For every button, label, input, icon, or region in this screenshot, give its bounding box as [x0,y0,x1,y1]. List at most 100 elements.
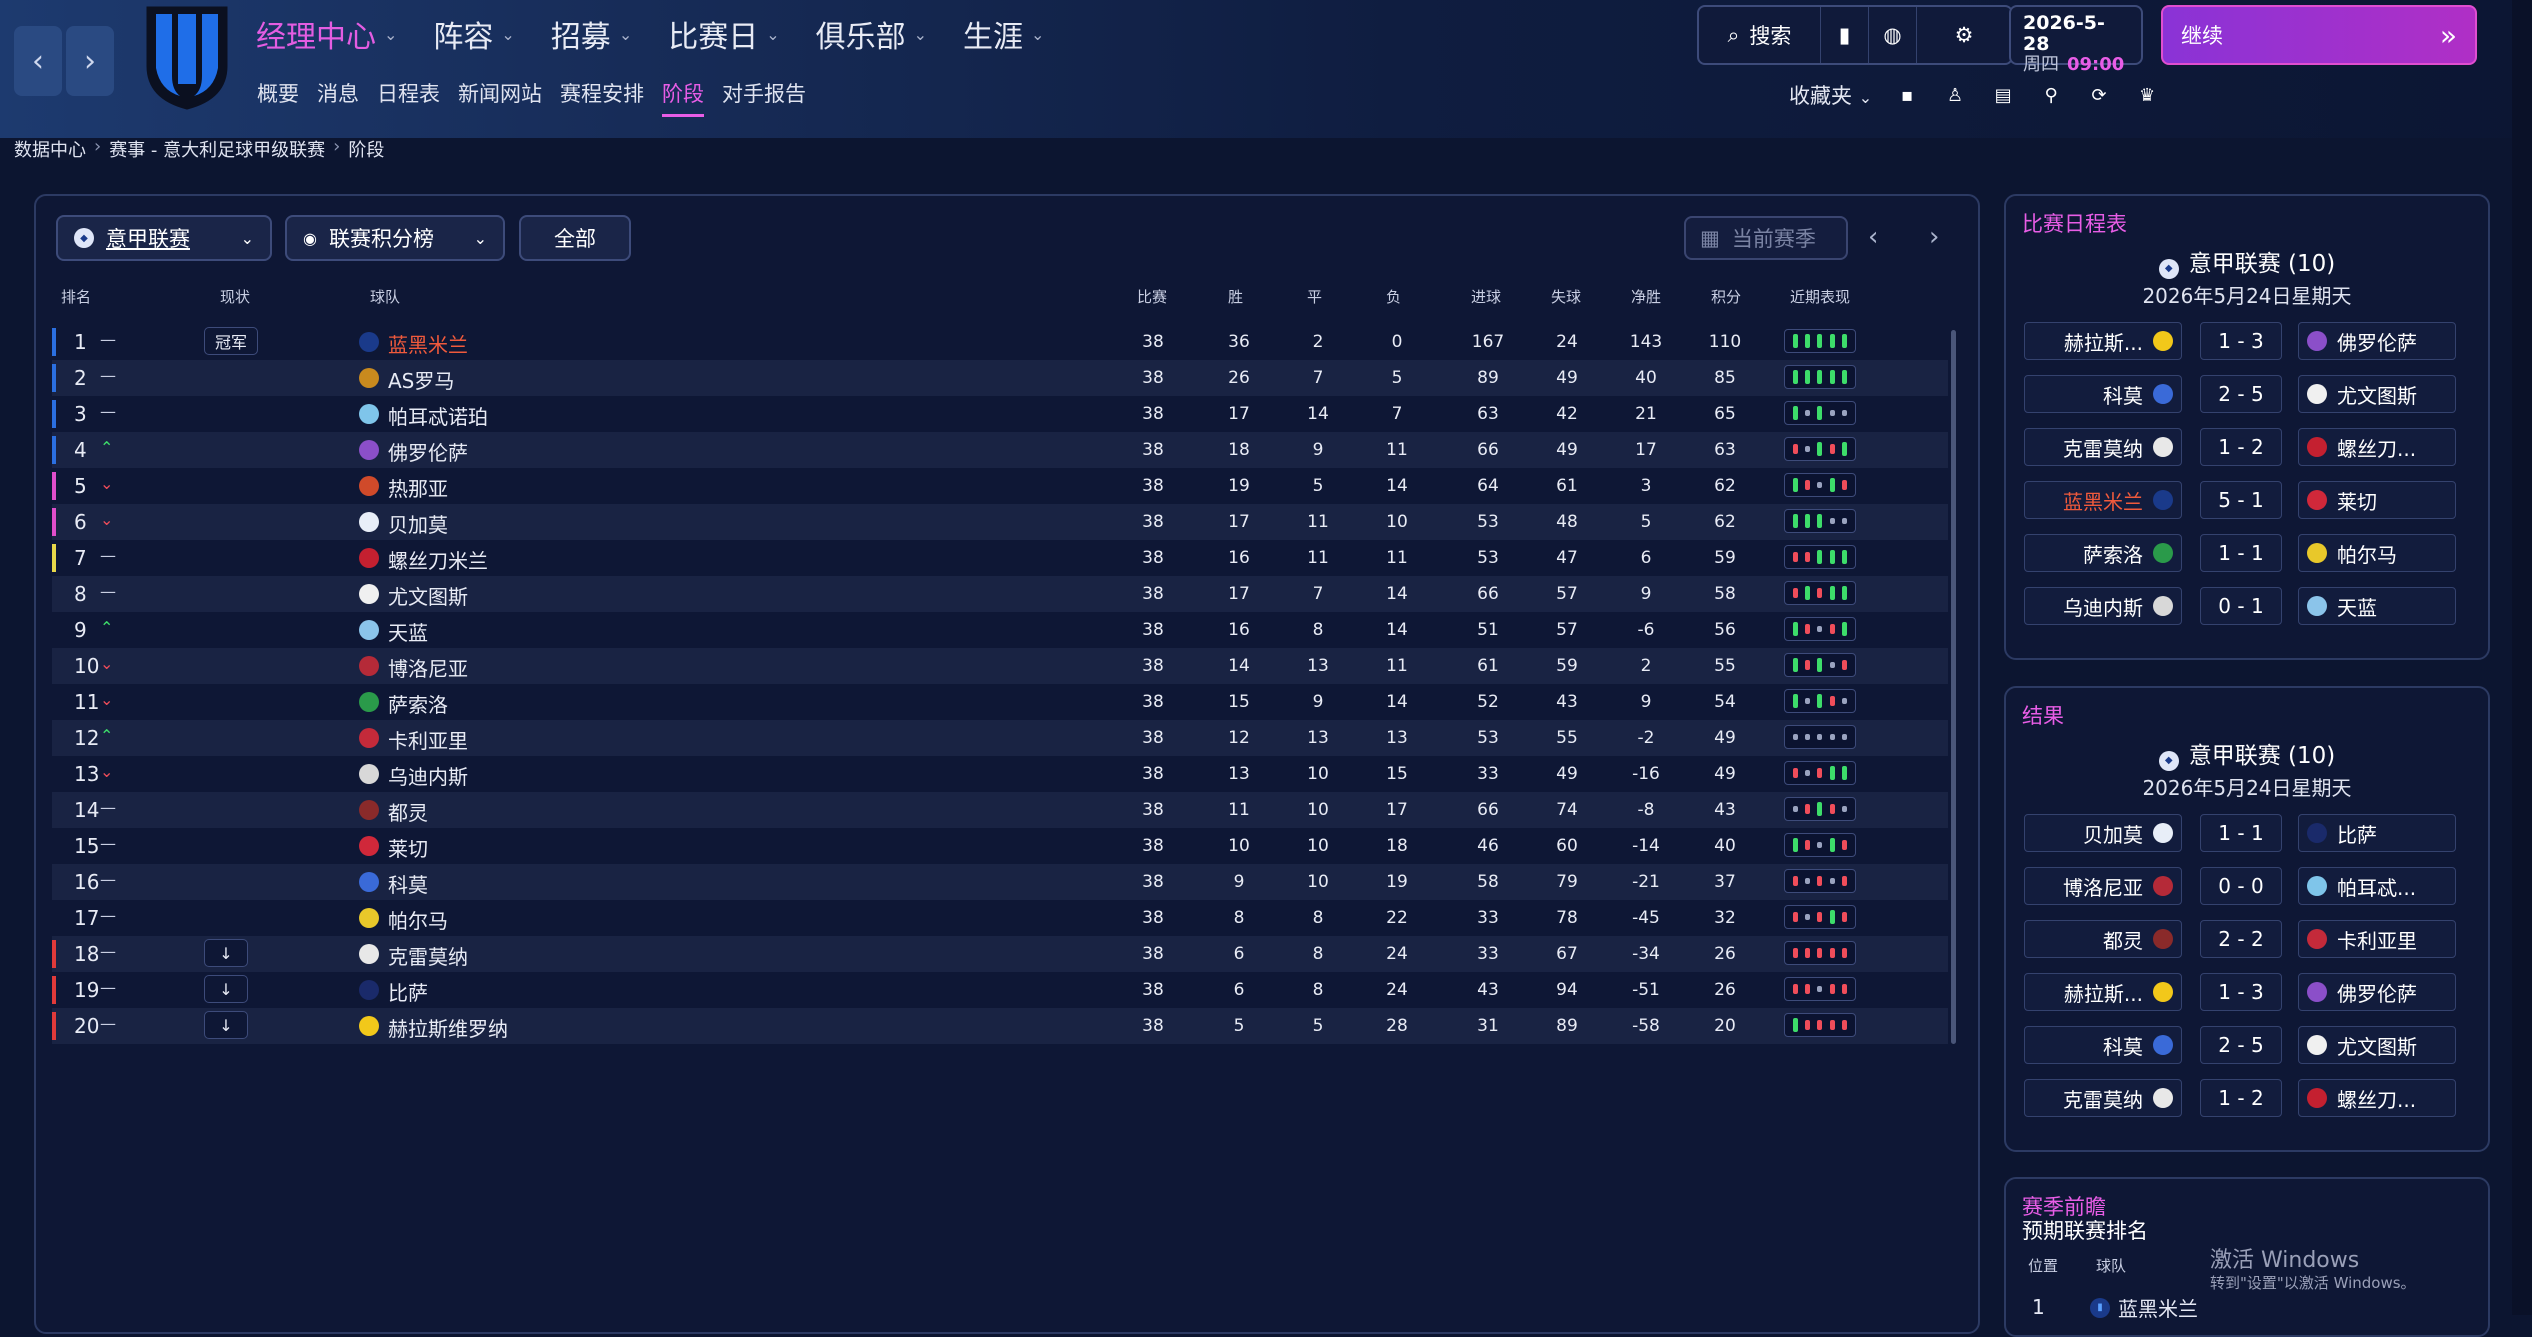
form-indicator[interactable] [1784,473,1856,497]
match-score[interactable]: 2 - 5 [2200,1026,2282,1064]
match-row[interactable]: 萨索洛 1 - 1 帕尔马 [2024,534,2474,572]
table-row[interactable]: 18— ↓ 克雷莫纳 38 6 8 24 33 67 -34 26 [52,936,1948,972]
form-indicator[interactable] [1784,653,1856,677]
col-points[interactable]: 积分 [1711,286,1741,307]
table-row[interactable]: 13 ⌄ 乌迪内斯 38 13 10 15 33 49 -16 49 [52,756,1948,792]
form-indicator[interactable] [1784,905,1856,929]
prev-season-arrow[interactable]: ‹ [1868,222,1878,252]
home-team[interactable]: 科莫 [2024,1026,2182,1064]
home-team[interactable]: 博洛尼亚 [2024,867,2182,905]
away-team[interactable]: 天蓝 [2298,587,2456,625]
home-team[interactable]: 赫拉斯... [2024,973,2182,1011]
team-name[interactable]: 比萨 [388,977,428,1006]
form-indicator[interactable] [1784,509,1856,533]
team-name[interactable]: 莱切 [388,833,428,862]
team-name[interactable]: 博洛尼亚 [388,653,468,682]
home-team[interactable]: 科莫 [2024,375,2182,413]
trophy-icon[interactable]: ♛ [2134,82,2160,108]
breadcrumb-competition[interactable]: 赛事 - 意大利足球甲级联赛 [109,136,325,162]
match-score[interactable]: 1 - 3 [2200,322,2282,360]
home-team[interactable]: 克雷莫纳 [2024,1079,2182,1117]
col-played[interactable]: 比赛 [1137,286,1167,307]
match-row[interactable]: 克雷莫纳 1 - 2 螺丝刀... [2024,1079,2474,1117]
match-score[interactable]: 5 - 1 [2200,481,2282,519]
team-name[interactable]: 天蓝 [388,617,428,646]
match-score[interactable]: 2 - 5 [2200,375,2282,413]
match-row[interactable]: 克雷莫纳 1 - 2 螺丝刀... [2024,428,2474,466]
team-name[interactable]: 乌迪内斯 [388,761,468,790]
tab-messages[interactable]: 消息 [317,78,359,117]
table-row[interactable]: 8 — 尤文图斯 38 17 7 14 66 57 9 58 [52,576,1948,612]
team-name[interactable]: 萨索洛 [388,689,448,718]
match-row[interactable]: 乌迪内斯 0 - 1 天蓝 [2024,587,2474,625]
match-score[interactable]: 2 - 2 [2200,920,2282,958]
team-name[interactable]: 贝加莫 [388,509,448,538]
team-name[interactable]: 卡利亚里 [388,725,468,754]
table-row[interactable]: 2 — AS罗马 38 26 7 5 89 49 40 85 [52,360,1948,396]
chat-icon[interactable]: ▪ [1894,82,1920,108]
search-button[interactable]: ⌕ 搜索 [1699,7,1821,63]
home-team[interactable]: 赫拉斯... [2024,322,2182,360]
table-row[interactable]: 5 ⌄ 热那亚 38 19 5 14 64 61 3 62 [52,468,1948,504]
team-name[interactable]: AS罗马 [388,365,454,394]
form-indicator[interactable] [1784,329,1856,353]
shirt-icon[interactable]: ♙ [1942,82,1968,108]
forward-button[interactable]: › [66,26,114,96]
form-indicator[interactable] [1784,761,1856,785]
form-indicator[interactable] [1784,437,1856,461]
col-team[interactable]: 球队 [370,286,400,307]
table-row[interactable]: 11 ⌄ 萨索洛 38 15 9 14 52 43 9 54 [52,684,1948,720]
match-row[interactable]: 博洛尼亚 0 - 0 帕耳忒... [2024,867,2474,905]
col-won[interactable]: 胜 [1228,286,1243,307]
tab-calendar[interactable]: 日程表 [377,78,440,117]
menu-career[interactable]: 生涯 ⌄ [963,12,1044,56]
favorites-dropdown[interactable]: 收藏夹 ⌄ [1789,80,1872,110]
table-row[interactable]: 20— ↓ 赫拉斯维罗纳 38 5 5 28 31 89 -58 20 [52,1008,1948,1044]
match-row[interactable]: 科莫 2 - 5 尤文图斯 [2024,1026,2474,1064]
home-team[interactable]: 都灵 [2024,920,2182,958]
menu-club[interactable]: 俱乐部 ⌄ [816,12,927,56]
form-indicator[interactable] [1784,797,1856,821]
away-team[interactable]: 螺丝刀... [2298,428,2456,466]
match-score[interactable]: 0 - 1 [2200,587,2282,625]
match-row[interactable]: 蓝黑米兰 5 - 1 莱切 [2024,481,2474,519]
match-row[interactable]: 贝加莫 1 - 1 比萨 [2024,814,2474,852]
form-indicator[interactable] [1784,977,1856,1001]
page-scrollbar[interactable] [2512,0,2532,1315]
table-row[interactable]: 14— 都灵 38 11 10 17 66 74 -8 43 [52,792,1948,828]
col-drawn[interactable]: 平 [1307,286,1322,307]
col-goals-against[interactable]: 失球 [1551,286,1581,307]
team-name[interactable]: 蓝黑米兰 [388,329,468,358]
home-team[interactable]: 贝加莫 [2024,814,2182,852]
form-indicator[interactable] [1784,725,1856,749]
table-row[interactable]: 6 ⌄ 贝加莫 38 17 11 10 53 48 5 62 [52,504,1948,540]
match-score[interactable]: 1 - 2 [2200,1079,2282,1117]
form-indicator[interactable] [1784,689,1856,713]
menu-matchday[interactable]: 比赛日 ⌄ [668,12,779,56]
col-lost[interactable]: 负 [1386,286,1401,307]
form-indicator[interactable] [1784,869,1856,893]
table-row[interactable]: 17— 帕尔马 38 8 8 22 33 78 -45 32 [52,900,1948,936]
match-row[interactable]: 赫拉斯... 1 - 3 佛罗伦萨 [2024,322,2474,360]
season-selector[interactable]: ▦ 当前赛季 [1684,216,1848,260]
tab-fixtures[interactable]: 赛程安排 [560,78,644,117]
table-row[interactable]: 9 ⌃ 天蓝 38 16 8 14 51 57 -6 56 [52,612,1948,648]
match-score[interactable]: 1 - 1 [2200,534,2282,572]
table-row[interactable]: 3 — 帕耳忒诺珀 38 17 14 7 63 42 21 65 [52,396,1948,432]
home-team[interactable]: 克雷莫纳 [2024,428,2182,466]
form-indicator[interactable] [1784,401,1856,425]
match-score[interactable]: 0 - 0 [2200,867,2282,905]
settings-button[interactable]: ⚙ [1917,7,2011,63]
team-name[interactable]: 帕耳忒诺珀 [388,401,488,430]
form-indicator[interactable] [1784,545,1856,569]
home-team[interactable]: 蓝黑米兰 [2024,481,2182,519]
menu-squad[interactable]: 阵容 ⌄ [433,12,514,56]
form-indicator[interactable] [1784,365,1856,389]
team-name[interactable]: 帕尔马 [388,905,448,934]
away-team[interactable]: 尤文图斯 [2298,1026,2456,1064]
col-goal-diff[interactable]: 净胜 [1631,286,1661,307]
continue-button[interactable]: 继续 » [2161,5,2477,65]
menu-manager-center[interactable]: 经理中心 ⌄ [256,12,397,56]
away-team[interactable]: 莱切 [2298,481,2456,519]
tab-stages[interactable]: 阶段 [662,78,704,117]
